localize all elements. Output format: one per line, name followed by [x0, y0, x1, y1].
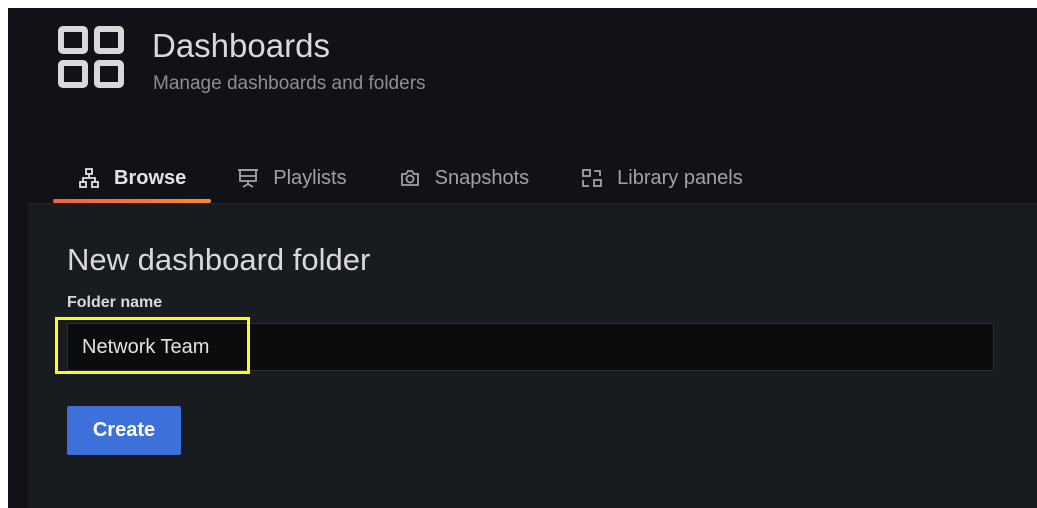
app-frame: Dashboards Manage dashboards and folders… — [8, 8, 1037, 508]
folder-name-input[interactable] — [67, 323, 994, 371]
page-title: Dashboards — [152, 27, 330, 64]
form-heading: New dashboard folder — [67, 242, 371, 277]
folder-name-label: Folder name — [67, 294, 163, 311]
page-header: Dashboards Manage dashboards and folders… — [8, 8, 1037, 203]
tab-playlists-label: Playlists — [273, 166, 347, 189]
tab-snapshots[interactable]: Snapshots — [373, 153, 556, 203]
tab-browse-label: Browse — [114, 166, 187, 189]
camera-icon — [399, 167, 421, 189]
create-button[interactable]: Create — [67, 406, 181, 455]
tab-playlists[interactable]: Playlists — [211, 153, 372, 203]
tab-library-panels-label: Library panels — [617, 166, 743, 189]
tab-browse[interactable]: Browse — [53, 153, 212, 203]
page-subtitle: Manage dashboards and folders — [153, 73, 426, 94]
tab-snapshots-label: Snapshots — [434, 166, 530, 189]
presentation-icon — [237, 167, 259, 189]
sitemap-icon — [78, 167, 100, 189]
new-folder-panel: New dashboard folder Folder name Create — [28, 203, 1037, 508]
tab-bar: Browse Playlists Snapshots Library panel… — [53, 153, 769, 203]
dashboards-grid-icon — [58, 26, 124, 88]
tab-library-panels[interactable]: Library panels — [555, 153, 769, 203]
library-panel-icon — [581, 167, 603, 189]
